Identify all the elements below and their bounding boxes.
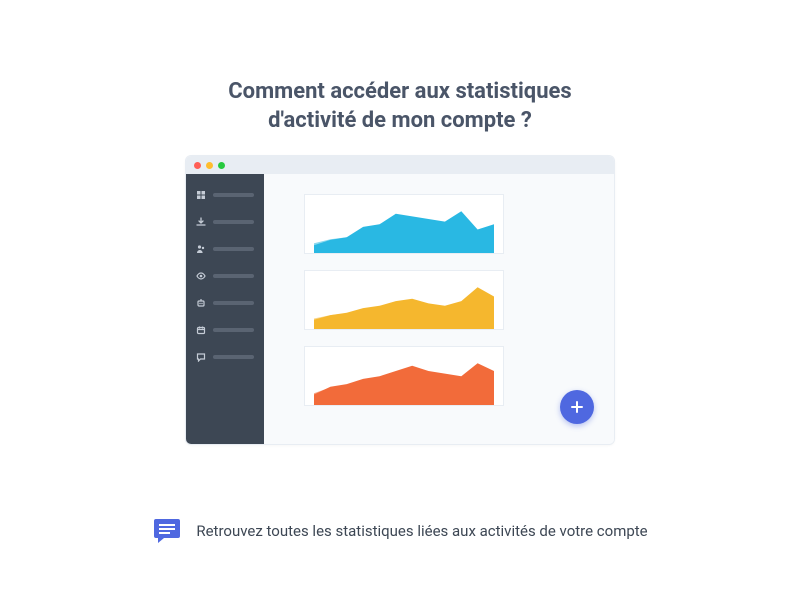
area-chart-icon xyxy=(314,359,494,405)
area-chart-icon xyxy=(314,207,494,253)
main-content xyxy=(264,174,614,444)
sidebar-item-label xyxy=(213,247,254,251)
robot-icon xyxy=(196,298,206,308)
app-body xyxy=(186,174,614,444)
grid-icon xyxy=(196,190,206,200)
sidebar-item-label xyxy=(213,274,254,278)
sidebar-item-label xyxy=(213,328,254,332)
sidebar-item-label xyxy=(213,355,254,359)
sidebar xyxy=(186,174,264,444)
add-button[interactable] xyxy=(560,390,594,424)
page-title: Comment accéder aux statistiques d'activ… xyxy=(0,0,800,135)
footer: Retrouvez toutes les statistiques liées … xyxy=(0,516,800,546)
area-chart-icon xyxy=(314,283,494,329)
window-minimize-icon[interactable] xyxy=(206,162,213,169)
sidebar-item-label xyxy=(213,193,254,197)
window-maximize-icon[interactable] xyxy=(218,162,225,169)
sidebar-item-robot[interactable] xyxy=(196,298,254,308)
sidebar-item-label xyxy=(213,220,254,224)
chart-2 xyxy=(304,270,504,330)
window-titlebar xyxy=(186,156,614,174)
app-window xyxy=(185,155,615,445)
sidebar-item-calendar[interactable] xyxy=(196,325,254,335)
chart-1 xyxy=(304,194,504,254)
plus-icon xyxy=(570,400,584,414)
eye-icon xyxy=(196,271,206,281)
window-close-icon[interactable] xyxy=(194,162,201,169)
title-line-1: Comment accéder aux statistiques xyxy=(0,78,800,107)
sidebar-item-label xyxy=(213,301,254,305)
sidebar-item-chat[interactable] xyxy=(196,352,254,362)
download-icon xyxy=(196,217,206,227)
sidebar-item-eye[interactable] xyxy=(196,271,254,281)
title-line-2: d'activité de mon compte ? xyxy=(0,107,800,136)
footer-text: Retrouvez toutes les statistiques liées … xyxy=(196,522,647,540)
chat-icon xyxy=(196,352,206,362)
chart-3 xyxy=(304,346,504,406)
chat-icon xyxy=(152,516,182,546)
sidebar-item-download[interactable] xyxy=(196,217,254,227)
users-icon xyxy=(196,244,206,254)
calendar-icon xyxy=(196,325,206,335)
sidebar-item-grid[interactable] xyxy=(196,190,254,200)
sidebar-item-users[interactable] xyxy=(196,244,254,254)
